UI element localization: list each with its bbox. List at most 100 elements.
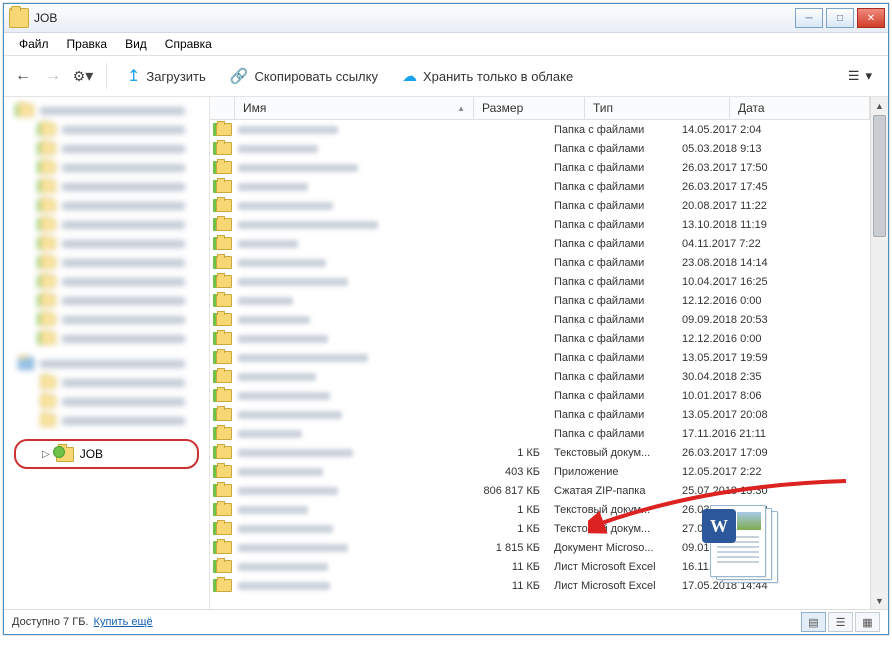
file-row[interactable]: Папка с файлами13.05.2017 19:59 [210, 348, 870, 367]
file-list[interactable]: Имя▲ Размер Тип Дата Папка с файлами14.0… [210, 97, 870, 609]
file-row[interactable]: Папка с файлами26.03.2017 17:45 [210, 177, 870, 196]
file-row[interactable]: Папка с файлами13.10.2018 11:19 [210, 215, 870, 234]
expand-arrow-icon: ▷ [42, 449, 50, 460]
file-date: 10.04.2017 16:25 [682, 276, 870, 288]
file-row[interactable]: Папка с файлами13.05.2017 20:08 [210, 405, 870, 424]
file-type: Папка с файлами [554, 352, 682, 364]
file-date: 12.12.2016 0:00 [682, 295, 870, 307]
file-date: 23.08.2018 14:14 [682, 257, 870, 269]
file-icon [216, 313, 232, 326]
tree-item-job[interactable]: ▷ JOB [14, 439, 199, 469]
view-list-button[interactable]: ☰ [828, 612, 853, 632]
file-icon [216, 503, 232, 516]
file-icon [216, 522, 232, 535]
file-row[interactable]: Папка с файлами14.05.2017 2:04 [210, 120, 870, 139]
menu-view[interactable]: Вид [116, 35, 156, 53]
link-icon: 🔗 [230, 67, 249, 85]
file-date: 13.10.2018 11:19 [682, 219, 870, 231]
file-date: 26.03.2017 17:09 [682, 447, 870, 459]
minimize-button[interactable]: ─ [795, 8, 823, 28]
header-size[interactable]: Размер [474, 97, 585, 119]
scroll-up-button[interactable]: ▲ [871, 97, 888, 114]
nav-back-button[interactable]: ← [12, 65, 34, 87]
menu-file[interactable]: Файл [10, 35, 58, 53]
file-type: Папка с файлами [554, 257, 682, 269]
copy-link-button[interactable]: 🔗Скопировать ссылку [222, 61, 386, 91]
file-date: 12.05.2017 2:22 [682, 466, 870, 478]
nav-forward-button[interactable]: → [42, 65, 64, 87]
file-type: Папка с файлами [554, 200, 682, 212]
file-type: Папка с файлами [554, 219, 682, 231]
file-row[interactable]: Папка с файлами05.03.2018 9:13 [210, 139, 870, 158]
file-row[interactable]: Папка с файлами26.03.2017 17:50 [210, 158, 870, 177]
file-row[interactable]: Папка с файлами20.08.2017 11:22 [210, 196, 870, 215]
annotation-arrow [588, 477, 848, 547]
file-type: Папка с файлами [554, 276, 682, 288]
file-date: 13.05.2017 19:59 [682, 352, 870, 364]
file-row[interactable]: Папка с файлами30.04.2018 2:35 [210, 367, 870, 386]
file-date: 30.04.2018 2:35 [682, 371, 870, 383]
upload-button[interactable]: ↥Загрузить [119, 60, 214, 92]
file-type: Папка с файлами [554, 314, 682, 326]
close-button[interactable]: ✕ [857, 8, 885, 28]
file-icon [216, 370, 232, 383]
file-row[interactable]: Папка с файлами12.12.2016 0:00 [210, 291, 870, 310]
menu-edit[interactable]: Правка [58, 35, 117, 53]
file-icon [216, 142, 232, 155]
view-details-button[interactable]: ▤ [801, 612, 826, 632]
file-icon [216, 161, 232, 174]
file-row[interactable]: Папка с файлами10.04.2017 16:25 [210, 272, 870, 291]
file-icon [216, 294, 232, 307]
file-type: Папка с файлами [554, 333, 682, 345]
file-date: 14.05.2017 2:04 [682, 124, 870, 136]
file-row[interactable]: Папка с файлами17.11.2016 21:11 [210, 424, 870, 443]
file-size: 403 КБ [446, 466, 554, 478]
status-available: Доступно 7 ГБ. [12, 616, 88, 628]
scroll-down-button[interactable]: ▼ [871, 592, 888, 609]
gear-icon: ⚙ [73, 68, 86, 85]
buy-more-link[interactable]: Купить ещё [94, 616, 153, 628]
titlebar[interactable]: JOB ─ □ ✕ [4, 4, 888, 33]
file-size: 1 КБ [446, 447, 554, 459]
synced-folder-icon [56, 447, 74, 462]
view-icons-button[interactable]: ▦ [855, 612, 880, 632]
file-icon [216, 408, 232, 421]
column-headers: Имя▲ Размер Тип Дата [210, 97, 870, 120]
scrollbar-thumb[interactable] [873, 115, 886, 237]
file-type: Папка с файлами [554, 181, 682, 193]
file-size: 806 817 КБ [446, 485, 554, 497]
sidebar: ▷ JOB [4, 97, 210, 609]
file-type: Папка с файлами [554, 162, 682, 174]
menu-help[interactable]: Справка [156, 35, 221, 53]
file-row[interactable]: Папка с файлами09.09.2018 20:53 [210, 310, 870, 329]
file-row[interactable]: 1 КБТекстовый докум...26.03.2017 17:09 [210, 443, 870, 462]
file-date: 13.05.2017 20:08 [682, 409, 870, 421]
vertical-scrollbar[interactable]: ▲ ▼ [870, 97, 888, 609]
file-icon [216, 446, 232, 459]
file-date: 10.01.2017 8:06 [682, 390, 870, 402]
header-date[interactable]: Дата [730, 97, 870, 119]
file-type: Приложение [554, 466, 682, 478]
file-row[interactable]: Папка с файлами04.11.2017 7:22 [210, 234, 870, 253]
maximize-button[interactable]: □ [826, 8, 854, 28]
file-type: Папка с файлами [554, 124, 682, 136]
file-size: 1 КБ [446, 523, 554, 535]
header-type[interactable]: Тип [585, 97, 730, 119]
file-size: 1 КБ [446, 504, 554, 516]
file-row[interactable]: Папка с файлами10.01.2017 8:06 [210, 386, 870, 405]
file-date: 20.08.2017 11:22 [682, 200, 870, 212]
file-date: 09.09.2018 20:53 [682, 314, 870, 326]
settings-button[interactable]: ⚙▾ [72, 65, 94, 87]
view-mode-switch: ▤ ☰ ▦ [801, 612, 880, 632]
separator [106, 63, 107, 89]
file-row[interactable]: Папка с файлами23.08.2018 14:14 [210, 253, 870, 272]
file-date: 04.11.2017 7:22 [682, 238, 870, 250]
file-date: 05.03.2018 9:13 [682, 143, 870, 155]
file-icon [216, 275, 232, 288]
cloud-only-button[interactable]: ☁Хранить только в облаке [394, 61, 581, 91]
file-row[interactable]: Папка с файлами12.12.2016 0:00 [210, 329, 870, 348]
file-type: Папка с файлами [554, 390, 682, 402]
view-options-button[interactable]: ☰ ▾ [840, 62, 880, 90]
header-name[interactable]: Имя▲ [235, 97, 474, 119]
file-date: 26.03.2017 17:45 [682, 181, 870, 193]
